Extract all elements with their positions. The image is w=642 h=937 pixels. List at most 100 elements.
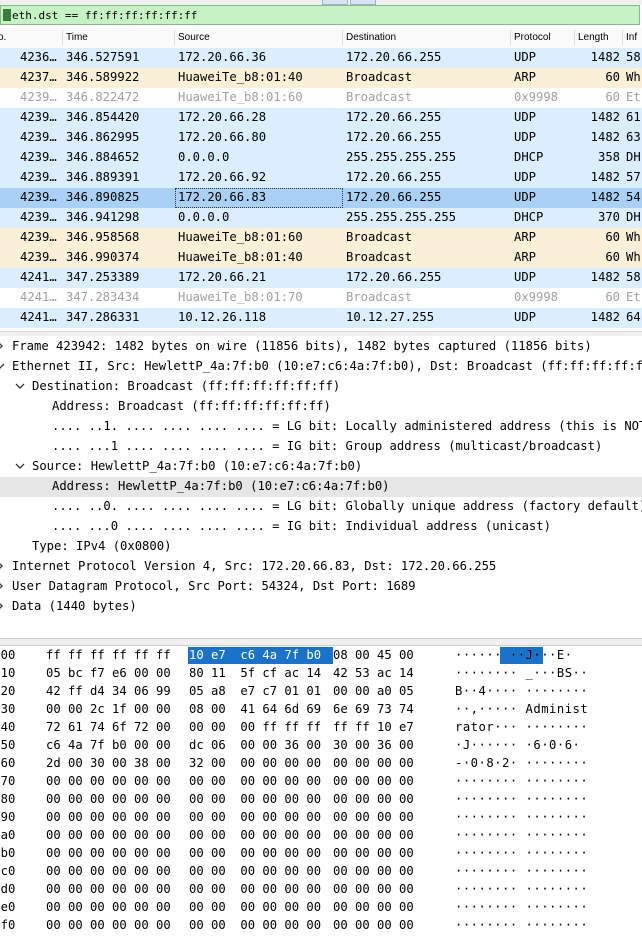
detail-row[interactable]: Source: HewlettP_4a:7f:b0 (10:e7:c6:4a:7…: [0, 457, 642, 477]
packet-protocol: DHCP: [514, 150, 544, 164]
detail-row[interactable]: Destination: Broadcast (ff:ff:ff:ff:ff:f…: [0, 377, 642, 397]
chevron-down-icon[interactable]: [14, 380, 26, 392]
col-header-source[interactable]: Source: [178, 32, 210, 43]
hex-bytes: 42 53 ac 14: [333, 666, 414, 680]
chevron-down-icon[interactable]: [14, 460, 26, 472]
hex-row[interactable]: 0050 c6 4a 7f b0 00 00 dc 06 00 00 36 00 30…: [0, 737, 642, 755]
detail-row[interactable]: Ethernet II, Src: HewlettP_4a:7f:b0 (10:…: [0, 357, 642, 377]
packet-protocol: UDP: [514, 110, 537, 124]
col-header-time[interactable]: Time: [66, 32, 88, 43]
col-header-destination[interactable]: Destination: [346, 32, 396, 43]
detail-row[interactable]: Address: Broadcast (ff:ff:ff:ff:ff:ff): [0, 397, 642, 417]
hex-row[interactable]: 0000 ff ff ff ff ff ff 10 e7 c6 4a 7f b0 08…: [0, 647, 642, 665]
packet-row[interactable]: 4239… 346.854420 172.20.66.28 172.20.66.255…: [0, 108, 642, 128]
detail-row[interactable]: .... ...0 .... .... .... .... = IG bit: …: [0, 517, 642, 537]
packet-row[interactable]: 4241… 347.253389 172.20.66.21 172.20.66.255…: [0, 268, 642, 288]
hex-bytes: 00 00 00 00 00 00: [189, 846, 322, 860]
hex-row[interactable]: 00a0 00 00 00 00 00 00 00 00 00 00 00 00 00…: [0, 827, 642, 845]
packet-info: Wh: [626, 230, 641, 244]
ascii-text: ·J······ ·6·0·6·: [455, 738, 581, 752]
packet-protocol: UDP: [514, 130, 537, 144]
packet-row[interactable]: 4236… 346.527591 172.20.66.36 172.20.66.255…: [0, 48, 642, 68]
packet-row[interactable]: 4239… 346.890825 172.20.66.83 172.20.66.255…: [0, 188, 642, 208]
packet-row[interactable]: 4239… 346.941298 0.0.0.0 255.255.255.255 DHC…: [0, 208, 642, 228]
detail-row[interactable]: Type: IPv4 (0x0800): [0, 537, 642, 557]
hex-bytes: 00 00 00 00: [333, 792, 414, 806]
col-header-protocol[interactable]: Protocol: [514, 32, 551, 43]
packet-number: 4239…: [20, 130, 57, 144]
packet-list[interactable]: o. Time Source Destination Protocol Leng…: [0, 28, 642, 330]
col-header-no[interactable]: o.: [0, 32, 6, 43]
hex-row[interactable]: 0080 00 00 00 00 00 00 00 00 00 00 00 00 00…: [0, 791, 642, 809]
hex-row[interactable]: 0030 00 00 2c 1f 00 00 08 00 41 64 6d 69 6e…: [0, 701, 642, 719]
packet-bytes-pane[interactable]: 0000 ff ff ff ff ff ff 10 e7 c6 4a 7f b0 08…: [0, 646, 642, 937]
packet-row[interactable]: 4241… 347.283434 HuaweiTe_b8:01:70 Broadcas…: [0, 288, 642, 308]
hex-offset: 0020: [0, 684, 16, 698]
packet-row[interactable]: 4239… 346.889391 172.20.66.92 172.20.66.255…: [0, 168, 642, 188]
packet-details-pane[interactable]: Frame 423942: 1482 bytes on wire (11856 …: [0, 336, 642, 636]
hex-row[interactable]: 0020 42 ff d4 34 06 99 05 a8 e7 c7 01 01 00…: [0, 683, 642, 701]
packet-destination: 255.255.255.255: [346, 210, 457, 224]
hex-row[interactable]: 0070 00 00 00 00 00 00 00 00 00 00 00 00 00…: [0, 773, 642, 791]
packet-row[interactable]: 4239… 346.862995 172.20.66.80 172.20.66.255…: [0, 128, 642, 148]
hex-bytes: 72 61 74 6f 72 00: [46, 720, 171, 734]
pane-splitter-bottom[interactable]: [0, 638, 642, 646]
packet-row[interactable]: 4239… 346.958568 HuaweiTe_b8:01:60 Broadcas…: [0, 228, 642, 248]
hex-row[interactable]: 0040 72 61 74 6f 72 00 00 00 00 ff ff ff ff…: [0, 719, 642, 737]
packet-time: 347.283434: [66, 290, 140, 304]
packet-destination: 172.20.66.255: [346, 50, 442, 64]
packet-length: 1482: [590, 130, 620, 144]
detail-row[interactable]: .... ...1 .... .... .... .... = IG bit: …: [0, 437, 642, 457]
detail-row[interactable]: .... ..0. .... .... .... .... = LG bit: …: [0, 497, 642, 517]
packet-time: 346.862995: [66, 130, 140, 144]
hex-bytes: 80 11 5f cf ac 14: [189, 666, 322, 680]
packet-info: 54: [626, 190, 641, 204]
chevron-right-icon[interactable]: [0, 600, 6, 612]
packet-destination: Broadcast: [346, 90, 413, 104]
hex-bytes: ff ff ff ff ff ff: [46, 648, 171, 662]
hex-row[interactable]: 00d0 00 00 00 00 00 00 00 00 00 00 00 00 00…: [0, 881, 642, 899]
hex-bytes: 00 00 2c 1f 00 00: [46, 702, 171, 716]
hex-bytes: 2d 00 30 00 38 00: [46, 756, 171, 770]
packet-row[interactable]: 4241… 347.286331 10.12.26.118 10.12.27.255 U…: [0, 308, 642, 328]
packet-row[interactable]: 4239… 346.822472 HuaweiTe_b8:01:60 Broadcas…: [0, 88, 642, 108]
packet-source: HuaweiTe_b8:01:60: [178, 90, 303, 104]
hex-row[interactable]: 00f0 00 00 00 00 00 00 00 00 00 00 00 00 00…: [0, 917, 642, 935]
chevron-right-icon[interactable]: [0, 340, 6, 352]
packet-info: 58: [626, 270, 641, 284]
hex-row[interactable]: 0060 2d 00 30 00 38 00 32 00 00 00 00 00 00…: [0, 755, 642, 773]
packet-number: 4239…: [20, 110, 57, 124]
col-header-length[interactable]: Length: [578, 32, 609, 43]
packet-row[interactable]: 4239… 346.884652 0.0.0.0 255.255.255.255 DHC…: [0, 148, 642, 168]
hex-bytes: 05 a8 e7 c7 01 01: [189, 684, 322, 698]
packet-protocol: UDP: [514, 50, 537, 64]
detail-row[interactable]: Internet Protocol Version 4, Src: 172.20…: [0, 557, 642, 577]
display-filter-input[interactable]: eth.dst == ff:ff:ff:ff:ff:ff: [12, 9, 197, 22]
hex-row[interactable]: 00c0 00 00 00 00 00 00 00 00 00 00 00 00 00…: [0, 863, 642, 881]
detail-row[interactable]: .... ..1. .... .... .... .... = LG bit: …: [0, 417, 642, 437]
hex-row[interactable]: 00b0 00 00 00 00 00 00 00 00 00 00 00 00 00…: [0, 845, 642, 863]
packet-row[interactable]: 4237… 346.589922 HuaweiTe_b8:01:40 Broadcas…: [0, 68, 642, 88]
ascii-text: ··,····· Administ: [455, 702, 589, 716]
hex-row[interactable]: 0010 05 bc f7 e6 00 00 80 11 5f cf ac 14 42…: [0, 665, 642, 683]
col-header-info[interactable]: Inf: [626, 32, 637, 43]
hex-row[interactable]: 0090 00 00 00 00 00 00 00 00 00 00 00 00 00…: [0, 809, 642, 827]
detail-row[interactable]: Data (1440 bytes): [0, 597, 642, 617]
hex-bytes: 00 00 00 00 00 00: [46, 828, 171, 842]
hex-bytes: 00 00 00 00 00 00: [46, 810, 171, 824]
detail-row[interactable]: User Datagram Protocol, Src Port: 54324,…: [0, 577, 642, 597]
packet-row[interactable]: 4239… 346.990374 HuaweiTe_b8:01:40 Broadcas…: [0, 248, 642, 268]
hex-row[interactable]: 00e0 00 00 00 00 00 00 00 00 00 00 00 00 00…: [0, 899, 642, 917]
chevron-right-icon[interactable]: [0, 560, 6, 572]
chevron-right-icon[interactable]: [0, 580, 6, 592]
display-filter-bar[interactable]: eth.dst == ff:ff:ff:ff:ff:ff: [0, 5, 640, 25]
detail-row[interactable]: Frame 423942: 1482 bytes on wire (11856 …: [0, 337, 642, 357]
ascii-text: ········ ········: [455, 792, 589, 806]
packet-info: Wh: [626, 250, 641, 264]
ascii-text: -·0·8·2· ········: [455, 756, 589, 770]
detail-row-selected[interactable]: Address: HewlettP_4a:7f:b0 (10:e7:c6:4a:…: [0, 477, 642, 497]
hex-bytes: 00 00 00 00: [333, 846, 414, 860]
packet-time: 346.890825: [66, 190, 140, 204]
ascii-text: ········ ········: [455, 828, 589, 842]
chevron-down-icon[interactable]: [0, 360, 6, 372]
